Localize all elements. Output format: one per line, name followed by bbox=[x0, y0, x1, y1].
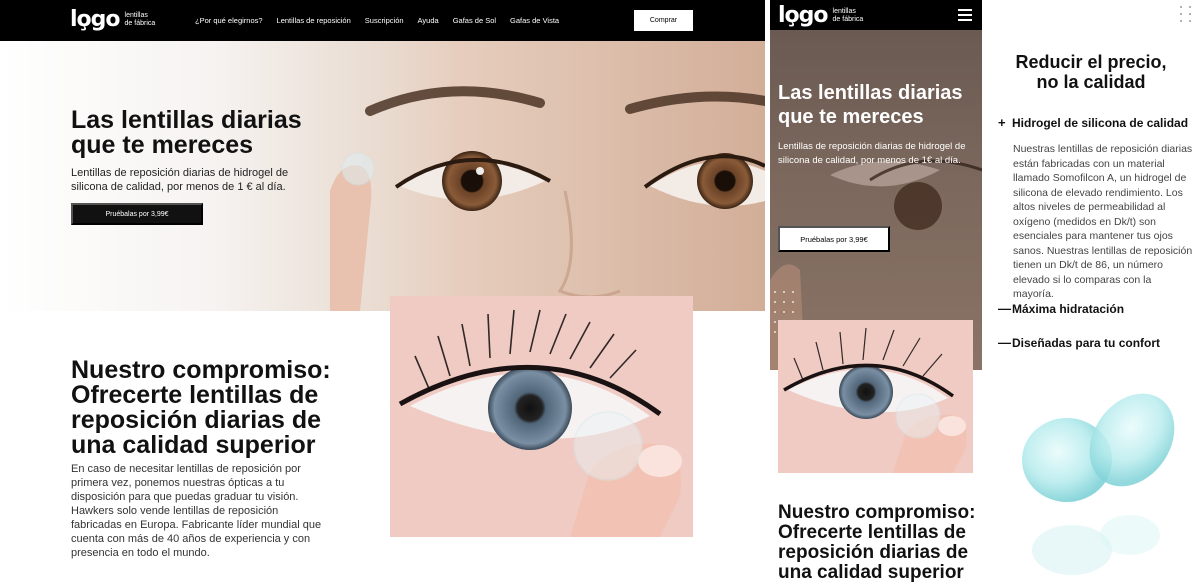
mobile-hero-title: Las lentillas diarias que te mereces bbox=[778, 81, 978, 129]
nav-link-replacement-lenses[interactable]: Lentillas de reposición bbox=[277, 16, 351, 25]
mobile-try-them-button[interactable]: Pruébalas por 3,99€ bbox=[778, 226, 890, 252]
mobile-commitment-title-line4: una calidad superior bbox=[778, 562, 964, 583]
accordion-label-silicone-hydrogel: Hidrogel de silicona de calidad bbox=[1012, 115, 1189, 130]
commitment-title-line2: Ofrecerte lentillas de bbox=[71, 381, 319, 409]
try-them-button[interactable]: Pruébalas por 3,99€ bbox=[71, 203, 203, 225]
mobile-view-hero: lo̧go lentillas de fábrica Las lentillas… bbox=[770, 0, 982, 585]
mobile-brand-logo[interactable]: lo̧go lentillas de fábrica bbox=[778, 5, 863, 27]
hero-title-line1: Las lentillas diarias bbox=[71, 106, 302, 134]
desktop-view: lo̧go lentillas de fábrica ¿Por qué eleg… bbox=[0, 0, 765, 585]
mobile-commitment-title-line1: Nuestro compromiso: bbox=[778, 502, 976, 523]
top-navbar: lo̧go lentillas de fábrica ¿Por qué eleg… bbox=[0, 0, 765, 41]
mobile-commitment-title-line3: reposición diarias de bbox=[778, 542, 969, 563]
hamburger-icon[interactable] bbox=[958, 9, 972, 21]
minus-icon: — bbox=[998, 335, 1011, 350]
brand-logo[interactable]: lo̧go lentillas de fábrica bbox=[70, 9, 155, 31]
nav-links: ¿Por qué elegirnos? Lentillas de reposic… bbox=[195, 0, 559, 41]
commitment-title-line1: Nuestro compromiso: bbox=[71, 356, 331, 384]
accordion-max-hydration[interactable]: — Máxima hidratación bbox=[998, 301, 1124, 316]
hero-banner: Las lentillas diarias que te mereces Len… bbox=[0, 41, 765, 311]
nav-link-sunglasses[interactable]: Gafas de Sol bbox=[453, 16, 496, 25]
mobile-logo-subtitle-line2: de fábrica bbox=[832, 16, 864, 23]
features-title-line2: no la calidad bbox=[1036, 72, 1146, 92]
mobile-hero-title-line1: Las lentillas diarias bbox=[778, 82, 963, 104]
mobile-logo-subtitle: lentillas de fábrica bbox=[833, 8, 864, 24]
plus-icon: + bbox=[998, 115, 1006, 130]
logo-subtitle: lentillas de fábrica bbox=[125, 12, 156, 28]
buy-button[interactable]: Comprar bbox=[634, 10, 693, 31]
mobile-contact-lens-eye-photo bbox=[778, 320, 973, 473]
mobile-view-features: Reducir el precio, no la calidad + Hidro… bbox=[982, 0, 1200, 585]
hero-title-line2: que te mereces bbox=[71, 131, 254, 159]
commitment-description: En caso de necesitar lentillas de reposi… bbox=[71, 463, 322, 559]
commitment-title-line3: reposición diarias de bbox=[71, 406, 322, 434]
commitment-title: Nuestro compromiso: Ofrecerte lentillas … bbox=[71, 358, 371, 458]
commitment-title-line4: una calidad superior bbox=[71, 431, 316, 459]
mobile-hero-title-line2: que te mereces bbox=[778, 106, 924, 128]
mobile-navbar: lo̧go lentillas de fábrica bbox=[770, 0, 982, 30]
hero-description: Lentillas de reposición diarias de hidro… bbox=[71, 167, 289, 193]
contact-lens-illustration bbox=[1022, 393, 1175, 575]
features-title-line1: Reducir el precio, bbox=[1015, 52, 1167, 72]
mobile-logo-mark: lo̧go bbox=[778, 3, 829, 28]
mobile-commitment-title: Nuestro compromiso: Ofrecerte lentillas … bbox=[778, 503, 978, 583]
hero-title: Las lentillas diarias que te mereces bbox=[71, 108, 351, 158]
mobile-hero-banner: Las lentillas diarias que te mereces Len… bbox=[770, 30, 982, 370]
hero-face-photo bbox=[330, 41, 765, 311]
nav-link-eyeglasses[interactable]: Gafas de Vista bbox=[510, 16, 559, 25]
logo-subtitle-line1: lentillas bbox=[124, 12, 148, 19]
accordion-label-comfort-design: Diseñadas para tu confort bbox=[1012, 335, 1161, 350]
accordion-body-silicone-hydrogel: Nuestras lentillas de reposición diarias… bbox=[1013, 143, 1193, 300]
logo-mark: lo̧go bbox=[70, 7, 121, 32]
accordion-comfort-design[interactable]: — Diseñadas para tu confort bbox=[998, 335, 1160, 350]
mobile-logo-subtitle-line1: lentillas bbox=[832, 8, 856, 15]
minus-icon: — bbox=[998, 301, 1011, 316]
mobile-hero-description: Lentillas de reposición diarias de hidro… bbox=[778, 141, 966, 166]
nav-link-subscription[interactable]: Suscripción bbox=[365, 16, 404, 25]
accordion-silicone-hydrogel[interactable]: + Hidrogel de silicona de calidad bbox=[998, 115, 1188, 130]
logo-subtitle-line2: de fábrica bbox=[124, 20, 156, 27]
mobile-commitment-title-line2: Ofrecerte lentillas de bbox=[778, 522, 966, 543]
features-title: Reducir el precio, no la calidad bbox=[982, 52, 1200, 92]
dot-grid-decoration bbox=[1180, 6, 1191, 22]
nav-link-why-us[interactable]: ¿Por qué elegirnos? bbox=[195, 16, 263, 25]
accordion-label-max-hydration: Máxima hidratación bbox=[1012, 301, 1125, 316]
contact-lens-eye-photo bbox=[390, 296, 693, 537]
nav-link-help[interactable]: Ayuda bbox=[418, 16, 439, 25]
